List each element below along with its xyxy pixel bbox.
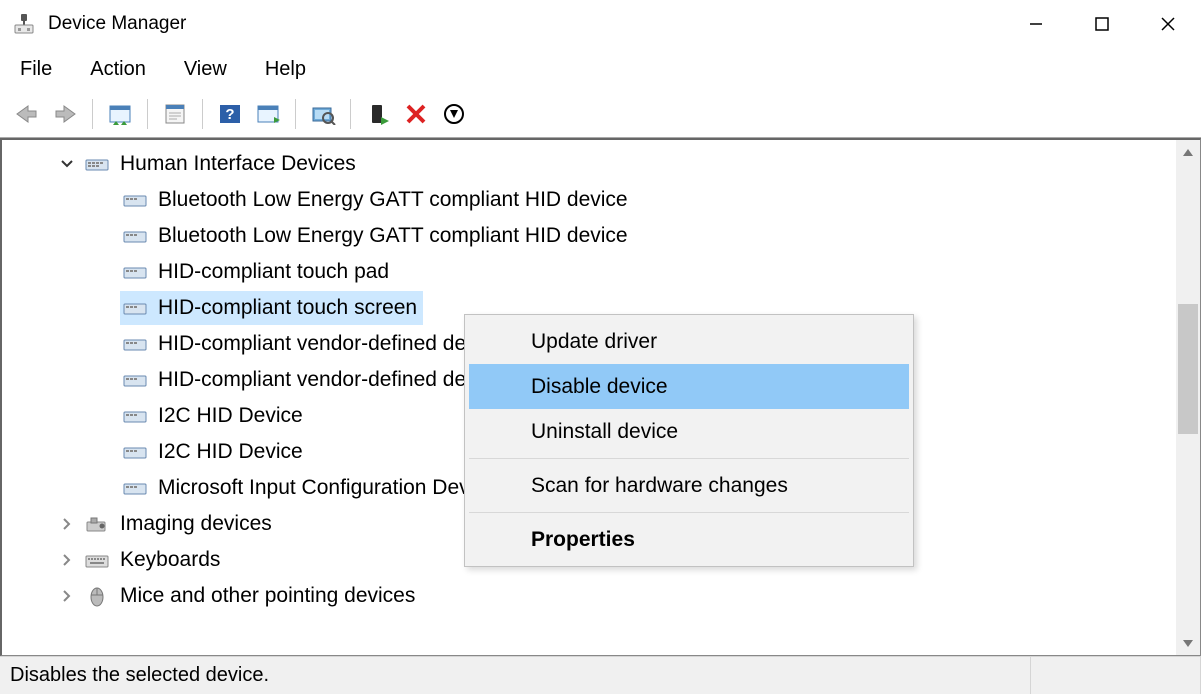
imaging-icon	[84, 512, 110, 536]
tree-item[interactable]: Bluetooth Low Energy GATT compliant HID …	[2, 218, 1200, 254]
node-label: Human Interface Devices	[120, 152, 356, 176]
tree-item[interactable]: Bluetooth Low Energy GATT compliant HID …	[2, 182, 1200, 218]
node-label: Microsoft Input Configuration Device	[158, 476, 497, 500]
menu-action[interactable]: Action	[86, 56, 150, 83]
menu-file[interactable]: File	[16, 56, 56, 83]
toolbar-sep	[147, 99, 148, 129]
hid-device-icon	[122, 296, 148, 320]
back-button[interactable]	[10, 97, 44, 131]
node-label: HID-compliant touch screen	[158, 296, 417, 320]
help-button[interactable]: ?	[213, 97, 247, 131]
node-label: HID-compliant touch pad	[158, 260, 389, 284]
hid-device-icon	[122, 404, 148, 428]
node-label: Bluetooth Low Energy GATT compliant HID …	[158, 188, 628, 212]
titlebar: Device Manager	[0, 0, 1201, 48]
keyboard-icon	[84, 548, 110, 572]
hid-device-icon	[122, 224, 148, 248]
toolbar: ?	[0, 90, 1201, 138]
properties-button[interactable]	[158, 97, 192, 131]
close-button[interactable]	[1135, 0, 1201, 48]
hid-category-icon	[84, 152, 110, 176]
window-title: Device Manager	[48, 13, 1003, 35]
chevron-down-icon[interactable]	[56, 158, 78, 170]
chevron-right-icon[interactable]	[56, 554, 78, 566]
disable-button[interactable]	[437, 97, 471, 131]
hid-device-icon	[122, 332, 148, 356]
mouse-icon	[84, 584, 110, 608]
scrollbar-thumb[interactable]	[1178, 304, 1198, 434]
forward-button[interactable]	[48, 97, 82, 131]
node-label: Bluetooth Low Energy GATT compliant HID …	[158, 224, 628, 248]
tree-category-hid[interactable]: Human Interface Devices	[2, 146, 1200, 182]
hid-device-icon	[122, 188, 148, 212]
context-menu: Update driver Disable device Uninstall d…	[464, 314, 914, 567]
action-button[interactable]	[251, 97, 285, 131]
vertical-scrollbar[interactable]	[1176, 140, 1200, 655]
statusbar: Disables the selected device.	[0, 656, 1201, 694]
context-properties[interactable]: Properties	[469, 517, 909, 562]
chevron-right-icon[interactable]	[56, 518, 78, 530]
chevron-right-icon[interactable]	[56, 590, 78, 602]
node-label: HID-compliant vendor-defined device	[158, 332, 504, 356]
scrollbar-track[interactable]	[1176, 164, 1200, 631]
node-label: I2C HID Device	[158, 440, 303, 464]
window-controls	[1003, 0, 1201, 48]
maximize-button[interactable]	[1069, 0, 1135, 48]
uninstall-button[interactable]	[399, 97, 433, 131]
show-hide-console-button[interactable]	[103, 97, 137, 131]
context-separator	[469, 512, 909, 513]
scan-hardware-button[interactable]	[306, 97, 340, 131]
minimize-button[interactable]	[1003, 0, 1069, 48]
menu-help[interactable]: Help	[261, 56, 310, 83]
enable-button[interactable]	[361, 97, 395, 131]
menu-view[interactable]: View	[180, 56, 231, 83]
tree-category-mice[interactable]: Mice and other pointing devices	[2, 578, 1200, 614]
context-disable-device[interactable]: Disable device	[469, 364, 909, 409]
app-icon	[12, 12, 36, 36]
scroll-up-button[interactable]	[1176, 140, 1200, 164]
statusbar-text: Disables the selected device.	[0, 657, 1031, 694]
toolbar-sep	[350, 99, 351, 129]
context-scan-hardware[interactable]: Scan for hardware changes	[469, 463, 909, 508]
node-label: Mice and other pointing devices	[120, 584, 415, 608]
hid-device-icon	[122, 476, 148, 500]
tree-item[interactable]: HID-compliant touch pad	[2, 254, 1200, 290]
statusbar-cell	[1031, 657, 1201, 694]
node-label: I2C HID Device	[158, 404, 303, 428]
hid-device-icon	[122, 368, 148, 392]
toolbar-sep	[295, 99, 296, 129]
toolbar-sep	[202, 99, 203, 129]
context-separator	[469, 458, 909, 459]
menubar: File Action View Help	[0, 48, 1201, 90]
context-uninstall-device[interactable]: Uninstall device	[469, 409, 909, 454]
toolbar-sep	[92, 99, 93, 129]
hid-device-icon	[122, 440, 148, 464]
scroll-down-button[interactable]	[1176, 631, 1200, 655]
node-label: HID-compliant vendor-defined device	[158, 368, 504, 392]
context-update-driver[interactable]: Update driver	[469, 319, 909, 364]
node-label: Keyboards	[120, 548, 220, 572]
hid-device-icon	[122, 260, 148, 284]
node-label: Imaging devices	[120, 512, 272, 536]
svg-text:?: ?	[225, 106, 234, 123]
